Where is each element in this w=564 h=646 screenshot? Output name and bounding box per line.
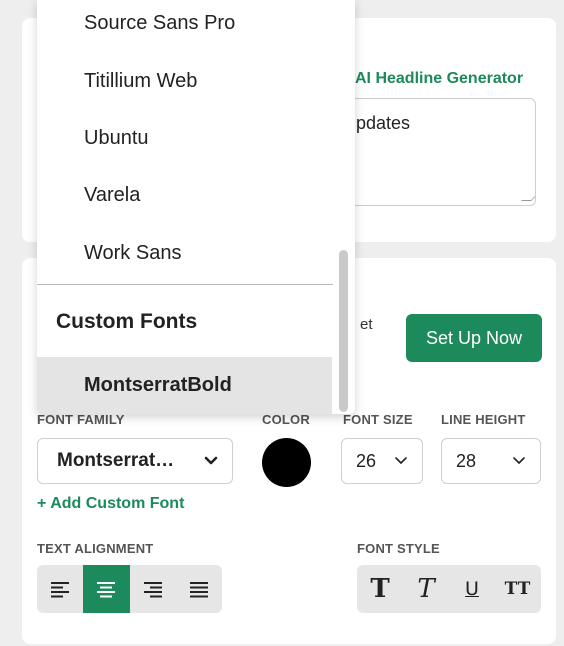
font-family-dropdown: Source Sans Pro Titillium Web Ubuntu Var… (37, 0, 355, 414)
font-family-label: FONT FAMILY (37, 412, 125, 427)
headline-textarea[interactable]: pdates (337, 98, 536, 206)
align-center-button[interactable] (83, 565, 130, 613)
bold-button[interactable]: T (357, 565, 403, 613)
italic-icon: T (417, 574, 435, 604)
chevron-down-icon (204, 456, 218, 465)
dropdown-scrollbar-thumb[interactable] (339, 250, 348, 412)
italic-button[interactable]: T (403, 565, 449, 613)
font-family-value: Montserrat… (57, 450, 175, 471)
align-justify-button[interactable] (176, 565, 222, 613)
uppercase-icon: TT (504, 579, 532, 599)
resize-grip-icon[interactable] (521, 191, 535, 201)
dropdown-item-source-sans-pro[interactable]: Source Sans Pro (37, 12, 332, 35)
color-swatch[interactable] (262, 438, 311, 487)
chevron-down-icon (513, 457, 525, 464)
align-justify-icon (189, 582, 208, 598)
line-height-label: LINE HEIGHT (441, 412, 526, 427)
dropdown-divider (37, 284, 355, 285)
dropdown-item-montserratbold[interactable]: MontserratBold (37, 357, 332, 414)
ai-headline-generator-link[interactable]: AI Headline Generator (355, 70, 523, 88)
dropdown-item-varela[interactable]: Varela (37, 184, 332, 207)
font-style-group: T T U TT (357, 565, 541, 613)
font-size-label: FONT SIZE (343, 412, 413, 427)
text-alignment-label: TEXT ALIGNMENT (37, 541, 154, 556)
chevron-down-icon (395, 457, 407, 464)
font-family-select[interactable]: Montserrat… (37, 438, 233, 484)
line-height-value: 28 (456, 450, 477, 471)
align-left-icon (51, 582, 70, 598)
text-alignment-group (37, 565, 222, 613)
set-up-now-button[interactable]: Set Up Now (406, 314, 542, 362)
uppercase-button[interactable]: TT (495, 565, 541, 613)
line-height-select[interactable]: 28 (441, 438, 541, 484)
underline-icon: U (465, 578, 479, 600)
custom-fonts-group-label: Custom Fonts (56, 310, 198, 333)
headline-textarea-value: pdates (356, 113, 411, 133)
align-right-button[interactable] (130, 565, 176, 613)
underline-button[interactable]: U (449, 565, 495, 613)
add-custom-font-link[interactable]: + Add Custom Font (37, 495, 184, 513)
bold-icon: T (370, 574, 390, 604)
dropdown-item-titillium-web[interactable]: Titillium Web (37, 70, 332, 93)
custom-font-promo-text: et (360, 316, 373, 333)
align-center-icon (97, 582, 116, 598)
font-size-select[interactable]: 26 (341, 438, 423, 484)
color-label: COLOR (262, 412, 310, 427)
dropdown-item-ubuntu[interactable]: Ubuntu (37, 127, 332, 150)
font-size-value: 26 (356, 450, 377, 471)
align-right-icon (143, 582, 162, 598)
font-style-label: FONT STYLE (357, 541, 440, 556)
align-left-button[interactable] (37, 565, 83, 613)
dropdown-item-work-sans[interactable]: Work Sans (37, 242, 332, 265)
